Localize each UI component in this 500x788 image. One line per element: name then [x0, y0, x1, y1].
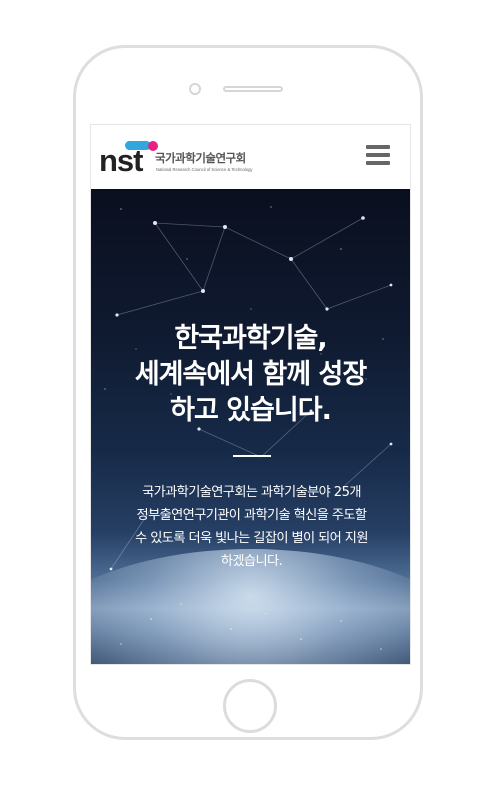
- nst-logo[interactable]: nst 국가과학기술연구회 National Research Council …: [99, 139, 259, 179]
- menu-bar: [366, 153, 390, 157]
- home-button[interactable]: [223, 679, 277, 733]
- hero-description-line: 하겠습니다.: [220, 554, 283, 569]
- menu-bar: [366, 145, 390, 149]
- hero-divider: [233, 455, 271, 457]
- hero-description-line: 수 있도록 더욱 빛나는 길잡이 별이 되어 지원: [135, 531, 368, 546]
- hero-title-line: 한국과학기술,: [174, 323, 327, 354]
- hero-description-line: 국가과학기술연구회는 과학기술분야 25개: [142, 485, 361, 500]
- logo-mark: nst: [99, 143, 143, 178]
- logo-subtitle: National Research Council of Science & T…: [156, 167, 253, 172]
- logo-org-name: 국가과학기술연구회: [155, 151, 246, 165]
- phone-screen: nst 국가과학기술연구회 National Research Council …: [90, 124, 411, 665]
- hero-title-line: 세계속에서 함께 성장: [134, 359, 367, 390]
- menu-bar: [366, 161, 390, 165]
- hero-description: 국가과학기술연구회는 과학기술분야 25개 정부출연연구기관이 과학기술 혁신을…: [109, 481, 394, 573]
- hero-title: 한국과학기술, 세계속에서 함께 성장 하고 있습니다.: [91, 321, 410, 429]
- hamburger-menu-icon[interactable]: [366, 145, 390, 167]
- site-header: nst 국가과학기술연구회 National Research Council …: [91, 125, 410, 189]
- speaker-grille: [223, 86, 283, 92]
- hero-description-line: 정부출연연구기관이 과학기술 혁신을 주도할: [136, 508, 368, 523]
- page-stage: nst 국가과학기술연구회 National Research Council …: [0, 0, 500, 788]
- camera-icon: [189, 83, 201, 95]
- hero-title-line: 하고 있습니다.: [170, 395, 332, 426]
- hero-banner: 한국과학기술, 세계속에서 함께 성장 하고 있습니다. 국가과학기술연구회는 …: [91, 189, 410, 664]
